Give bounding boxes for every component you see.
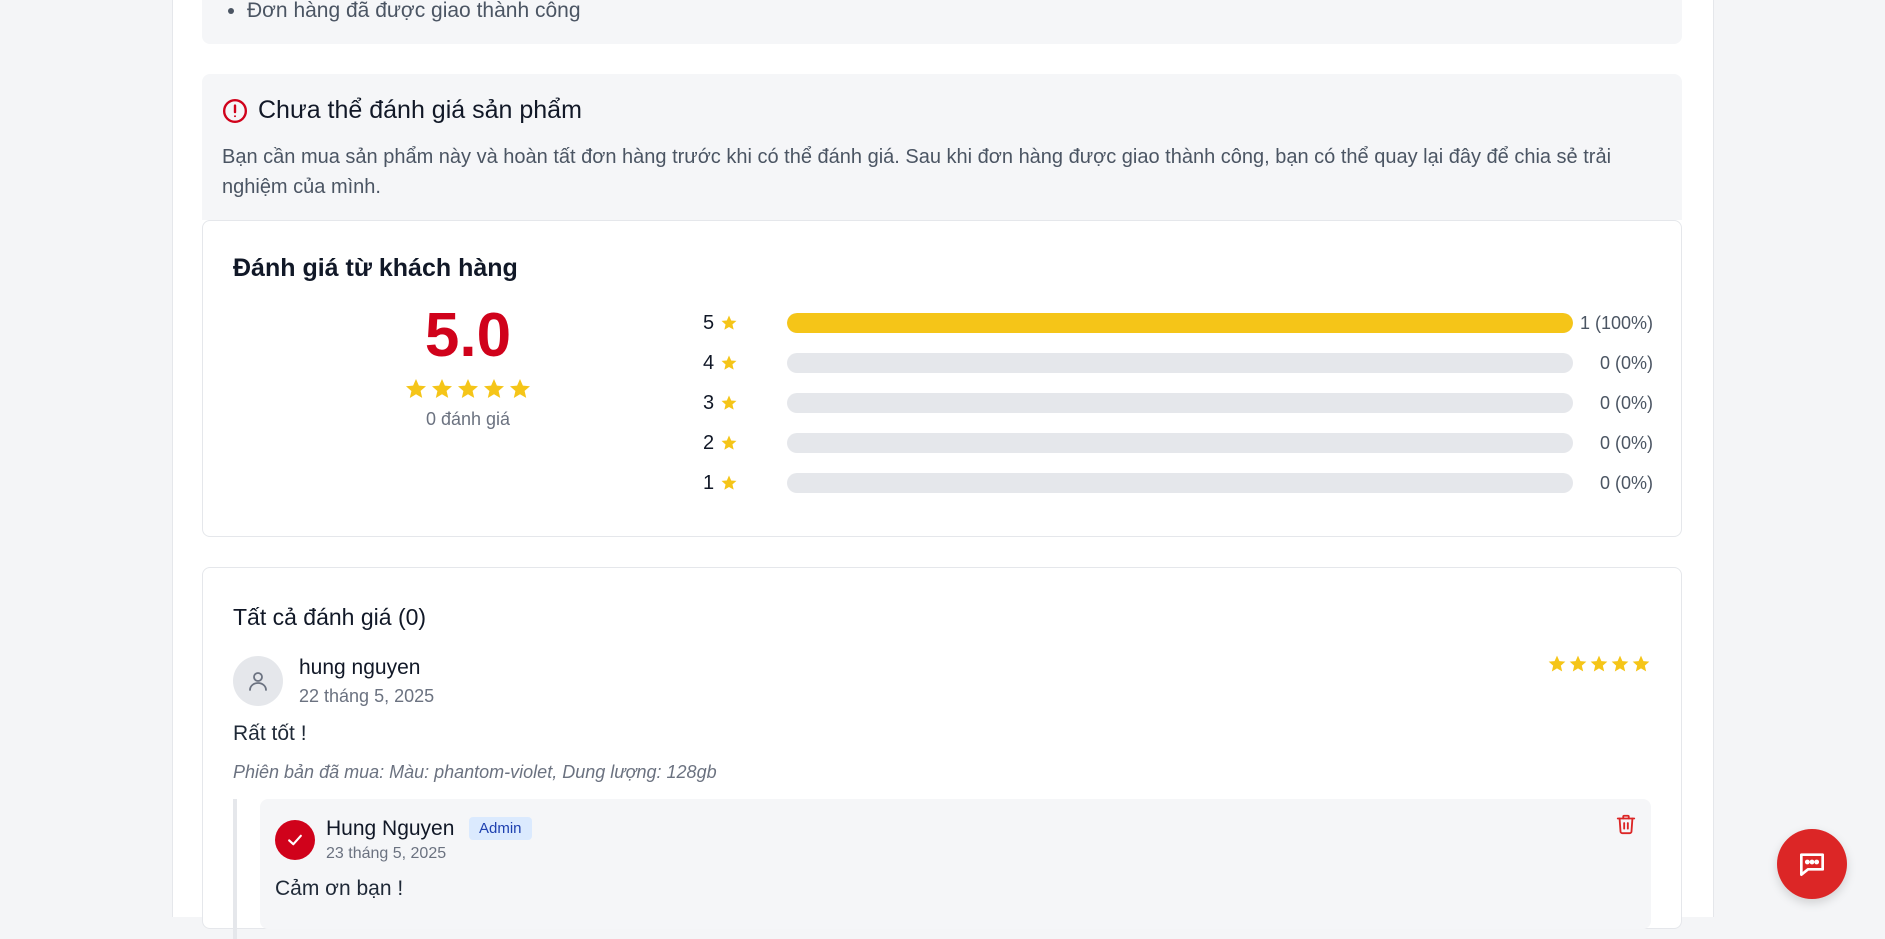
distribution-row-1: 1 0 (0%): [703, 471, 1653, 495]
reply-text: Cảm ơn bạn !: [275, 877, 404, 900]
distribution-stars-label: 2: [703, 431, 715, 454]
star-icon: [721, 435, 737, 450]
review-text: Rất tốt !: [233, 722, 307, 745]
distribution-stars-label: 5: [703, 311, 715, 334]
distribution-count: 0 (0%): [1599, 432, 1653, 453]
distribution-bar: [787, 473, 1573, 493]
rating-summary-card: Đánh giá từ khách hàng 5.0 0 đánh giá 5 …: [202, 220, 1682, 537]
star-icon: [1569, 655, 1587, 672]
rating-summary-title: Đánh giá từ khách hàng: [233, 254, 518, 282]
average-rating: 5.0 0 đánh giá: [353, 301, 583, 430]
distribution-stars-label: 3: [703, 391, 715, 414]
notice-title-row: Chưa thể đánh giá sản phẩm: [222, 96, 582, 125]
requirements-list: Đơn hàng đã được giao thành công: [202, 0, 581, 23]
notice-text: Bạn cần mua sản phẩm này và hoàn tất đơn…: [222, 146, 1612, 198]
star-icon: [1548, 655, 1566, 672]
distribution-row-2: 2 0 (0%): [703, 431, 1653, 455]
star-icon: [721, 315, 737, 330]
distribution-count: 0 (0%): [1599, 472, 1653, 493]
admin-badge: Admin: [469, 817, 532, 840]
distribution-count: 1 (100%): [1579, 312, 1653, 333]
purchased-variant: Phiên bản đã mua: Màu: phantom-violet, D…: [233, 762, 717, 782]
average-score: 5.0: [424, 301, 512, 370]
star-icon: [406, 379, 426, 398]
reply-author: Hung Nguyen: [326, 817, 455, 840]
avatar: [233, 656, 283, 706]
review-date: 22 tháng 5, 2025: [299, 686, 435, 706]
reviews-list-card: Tất cả đánh giá (0) hung nguyen 22 tháng…: [202, 567, 1682, 939]
user-icon: [249, 672, 267, 691]
chat-message-icon: [1800, 853, 1824, 876]
average-stars: [353, 377, 583, 401]
distribution-count: 0 (0%): [1599, 392, 1653, 413]
distribution-bar-fill: [787, 313, 1573, 333]
star-icon: [484, 379, 504, 398]
check-icon: [288, 834, 302, 846]
distribution-count: 0 (0%): [1599, 352, 1653, 373]
distribution-row-4: 4 0 (0%): [703, 351, 1653, 375]
admin-reply-thread: Hung Nguyen Admin 23 tháng 5, 2025 Cảm ơ…: [233, 799, 1655, 939]
cannot-review-notice: Chưa thể đánh giá sản phẩm Bạn cần mua s…: [202, 74, 1682, 220]
reply-date: 23 tháng 5, 2025: [326, 845, 447, 862]
trash-icon[interactable]: [1615, 813, 1637, 835]
star-icon: [458, 379, 478, 398]
star-icon: [1590, 655, 1608, 672]
star-icon: [721, 475, 737, 490]
distribution-stars-label: 1: [703, 471, 715, 494]
star-icon: [721, 355, 737, 370]
review-requirements-box: Đơn hàng đã được giao thành công: [202, 0, 1682, 44]
distribution-stars-label: 4: [703, 351, 715, 374]
distribution-bar: [787, 433, 1573, 453]
star-icon: [1611, 655, 1629, 672]
review-count: 0 đánh giá: [425, 409, 511, 429]
chat-button[interactable]: [1777, 829, 1847, 899]
distribution-bar: [787, 353, 1573, 373]
star-icon: [721, 395, 737, 410]
star-icon: [432, 379, 452, 398]
star-icon: [1632, 655, 1650, 672]
admin-reply: Hung Nguyen Admin 23 tháng 5, 2025 Cảm ơ…: [260, 799, 1651, 929]
distribution-bar: [787, 393, 1573, 413]
alert-circle-icon: [222, 98, 248, 123]
distribution-row-3: 3 0 (0%): [703, 391, 1653, 415]
distribution-bar: [787, 313, 1573, 333]
reviewer-name: hung nguyen: [299, 656, 421, 679]
notice-title: Chưa thể đánh giá sản phẩm: [258, 96, 582, 124]
admin-avatar: [275, 820, 315, 860]
distribution-row-5: 5 1 (100%): [703, 311, 1653, 335]
star-icon: [510, 379, 530, 398]
reviews-title: Tất cả đánh giá (0): [233, 604, 427, 630]
requirement-item: Đơn hàng đã được giao thành công: [247, 0, 581, 23]
review-stars: [1547, 654, 1651, 674]
product-review-section: Đơn hàng đã được giao thành công Chưa th…: [172, 0, 1714, 939]
